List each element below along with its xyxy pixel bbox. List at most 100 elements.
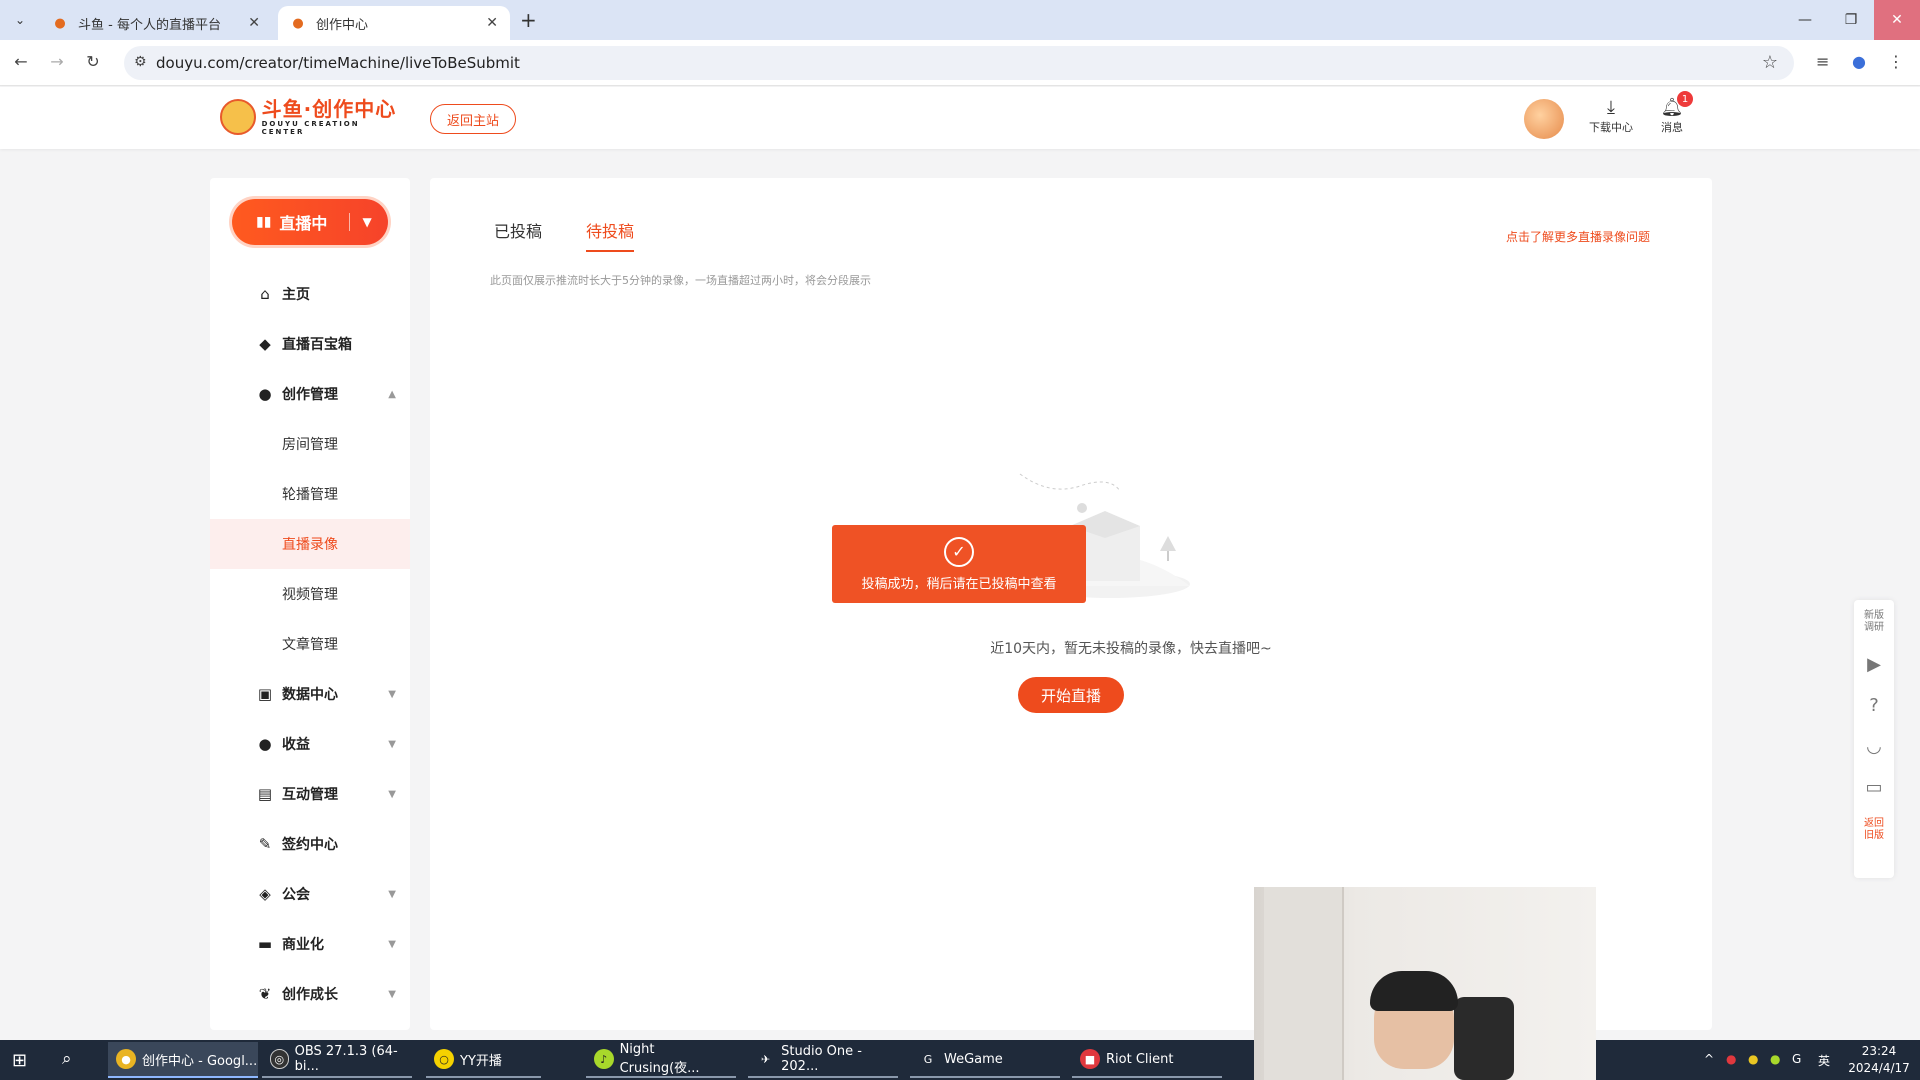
sidebar-subitem-articles[interactable]: 文章管理: [210, 619, 410, 669]
windows-start-icon[interactable]: ⊞: [12, 1050, 27, 1071]
douyu-creator-logo[interactable]: 斗鱼·创作中心 DOUYU CREATION CENTER: [220, 97, 405, 137]
taskbar-item-yy[interactable]: ○ YY开播: [426, 1042, 541, 1078]
chevron-up-tray-icon[interactable]: ^: [1704, 1052, 1714, 1066]
sidebar-item-contract[interactable]: ✎ 签约中心: [210, 819, 410, 869]
chevron-down-icon: ▼: [388, 738, 396, 750]
coin-icon: ●: [258, 735, 272, 753]
survey-link[interactable]: 新版调研: [1861, 610, 1887, 634]
taskbar-item-label: 创作中心 - Googl...: [142, 1053, 258, 1069]
play-video-icon[interactable]: ▶: [1867, 654, 1881, 675]
sidebar-item-label: 创作管理: [282, 387, 338, 403]
sidebar-item-data-center[interactable]: ▣ 数据中心 ▼: [210, 669, 410, 719]
check-circle-icon: ✓: [944, 536, 974, 567]
forward-arrow-icon[interactable]: →: [46, 52, 68, 71]
help-question-icon[interactable]: ?: [1869, 695, 1879, 716]
tab-to-submit[interactable]: 待投稿: [586, 218, 635, 252]
live-bars-icon: ▮▮: [256, 214, 272, 230]
taskbar-item-obs[interactable]: ◎ OBS 27.1.3 (64-bi...: [262, 1042, 412, 1078]
sidebar-item-growth[interactable]: ❦ 创作成长 ▼: [210, 969, 410, 1019]
headset-icon[interactable]: ◡: [1866, 736, 1882, 757]
ime-indicator[interactable]: 英: [1818, 1052, 1830, 1069]
tab-submitted[interactable]: 已投稿: [494, 218, 542, 252]
search-icon[interactable]: ⌕: [62, 1049, 72, 1069]
avatar[interactable]: [1524, 99, 1564, 139]
new-tab-icon[interactable]: +: [520, 8, 537, 32]
chrome-icon: ●: [116, 1049, 136, 1069]
menu-dots-icon[interactable]: ⋮: [1888, 52, 1904, 71]
close-window-icon[interactable]: ✕: [1874, 0, 1920, 40]
media-control-icon[interactable]: ≡: [1816, 52, 1829, 71]
taskbar-item-riot[interactable]: ■ Riot Client: [1072, 1042, 1222, 1078]
site-info-icon[interactable]: ⚙: [134, 54, 147, 70]
windows-taskbar: ⊞ ⌕ ● 创作中心 - Googl... ◎ OBS 27.1.3 (64-b…: [0, 1040, 1254, 1080]
tab-search-chevron-icon[interactable]: ⌄: [8, 8, 32, 32]
close-tab-icon[interactable]: ✕: [486, 15, 498, 31]
tray-wegame-icon[interactable]: G: [1792, 1052, 1801, 1066]
chevron-down-icon: ▼: [388, 938, 396, 950]
old-version-link[interactable]: 返回旧版: [1861, 818, 1887, 842]
sidebar-item-guild[interactable]: ◈ 公会 ▼: [210, 869, 410, 919]
live-status-label: 直播中: [279, 214, 328, 233]
sidebar: ▮▮ 直播中 ▼ ⌂ 主页 ◆ 直播百宝箱 ● 创作管理 ▲ 房间管理 轮播管理…: [210, 178, 410, 1030]
url-text[interactable]: douyu.com/creator/timeMachine/liveToBeSu…: [156, 54, 520, 72]
browser-tab-title: 创作中心: [316, 17, 369, 33]
bookmark-star-icon[interactable]: ☆: [1762, 52, 1778, 73]
taskbar-clock[interactable]: 23:24 2024/4/17: [1844, 1043, 1914, 1077]
address-bar[interactable]: ⚙ douyu.com/creator/timeMachine/liveToBe…: [124, 46, 1794, 80]
sprout-icon: ❦: [258, 985, 272, 1003]
caret-down-icon[interactable]: ▼: [362, 215, 371, 229]
success-toast: ✓ 投稿成功，稍后请在已投稿中查看: [832, 525, 1086, 603]
tray-app-icon[interactable]: ●: [1748, 1052, 1758, 1066]
logo-subtitle: DOUYU CREATION CENTER: [261, 120, 360, 136]
browser-tab-creator[interactable]: ● 创作中心 ✕: [278, 6, 510, 40]
sidebar-item-income[interactable]: ● 收益 ▼: [210, 719, 410, 769]
minimize-icon[interactable]: —: [1782, 0, 1828, 40]
studio-one-icon: ✈: [760, 1052, 771, 1066]
webcam-person-hair: [1370, 971, 1458, 1011]
sidebar-item-toolbox[interactable]: ◆ 直播百宝箱: [210, 319, 410, 369]
sidebar-item-home[interactable]: ⌂ 主页: [210, 269, 410, 319]
tray-app-icon[interactable]: ●: [1770, 1052, 1780, 1066]
recording-help-link[interactable]: 点击了解更多直播录像问题: [1506, 228, 1650, 245]
back-arrow-icon[interactable]: ←: [10, 52, 32, 71]
browser-tab-douyu[interactable]: ● 斗鱼 - 每个人的直播平台 ✕: [40, 6, 272, 40]
sidebar-item-commercial[interactable]: ▬ 商业化 ▼: [210, 919, 410, 969]
chevron-down-icon: ▼: [388, 988, 396, 1000]
taskbar-item-wegame[interactable]: G WeGame: [910, 1042, 1060, 1078]
sidebar-item-label: 互动管理: [282, 787, 338, 803]
start-live-button[interactable]: 开始直播: [1018, 677, 1124, 713]
briefcase-icon: ▬: [257, 935, 273, 953]
download-center-button[interactable]: ⤓ 下载中心: [1583, 97, 1639, 135]
reload-icon[interactable]: ↻: [82, 52, 104, 71]
profile-icon[interactable]: ●: [1852, 52, 1866, 71]
live-status-button[interactable]: ▮▮ 直播中 ▼: [232, 199, 388, 245]
message-count-badge: 1: [1677, 91, 1693, 107]
clock-time: 23:24: [1861, 1044, 1897, 1058]
taskbar-item-studio-one[interactable]: ✈ Studio One - 202...: [748, 1042, 898, 1078]
sidebar-item-label: 公会: [282, 887, 310, 903]
sidebar-subitem-videos[interactable]: 视频管理: [210, 569, 410, 619]
sidebar-item-label: 直播百宝箱: [282, 337, 352, 353]
close-tab-icon[interactable]: ✕: [248, 15, 260, 31]
tray-app-icon[interactable]: ●: [1726, 1052, 1736, 1066]
site-header: 斗鱼·创作中心 DOUYU CREATION CENTER 返回主站 ⤓ 下载中…: [0, 87, 1920, 149]
restore-icon[interactable]: ❐: [1828, 0, 1874, 40]
sidebar-item-interaction[interactable]: ▤ 互动管理 ▼: [210, 769, 410, 819]
empty-state-text: 近10天内，暂无未投稿的录像，快去直播吧~: [990, 641, 1272, 657]
sidebar-subitem-carousel[interactable]: 轮播管理: [210, 469, 410, 519]
taskbar-item-music[interactable]: ♪ Night Crusing(夜...: [586, 1042, 736, 1078]
taskbar-item-chrome[interactable]: ● 创作中心 - Googl...: [108, 1042, 258, 1078]
back-to-main-button[interactable]: 返回主站: [430, 104, 516, 134]
recording-tabs: 已投稿 待投稿: [494, 218, 678, 252]
taskbar-item-label: YY开播: [460, 1053, 502, 1069]
sidebar-subitem-room[interactable]: 房间管理: [210, 419, 410, 469]
sidebar-subitem-recordings[interactable]: 直播录像: [210, 519, 410, 569]
clock-date: 2024/4/17: [1848, 1061, 1910, 1075]
sidebar-item-creation-manage[interactable]: ● 创作管理 ▲: [210, 369, 410, 419]
taskbar-item-label: Night Crusing(夜...: [619, 1042, 700, 1076]
chevron-up-icon: ▲: [388, 388, 396, 400]
monitor-icon[interactable]: ▭: [1865, 777, 1882, 798]
chevron-down-icon: ▼: [388, 688, 396, 700]
webcam-overlay: [1254, 887, 1596, 1080]
cube-icon: ◆: [259, 335, 271, 353]
